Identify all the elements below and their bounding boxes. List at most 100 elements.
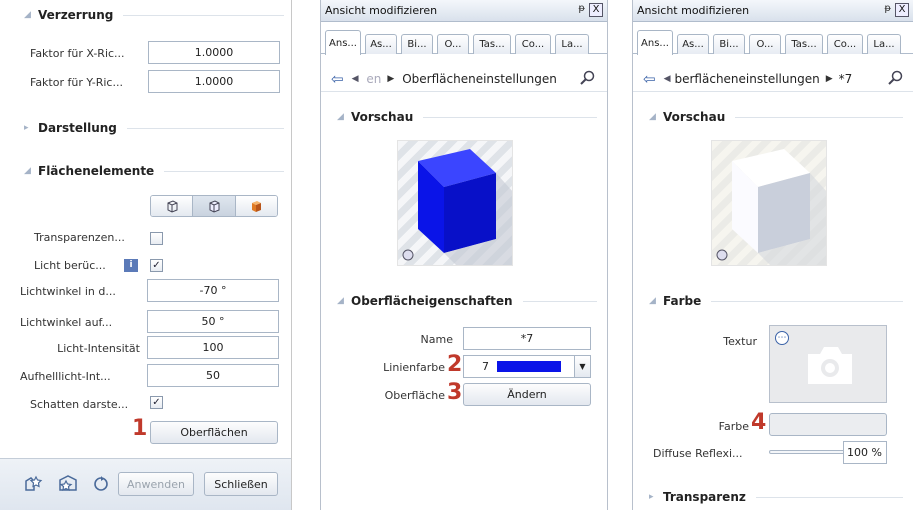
white-cube-preview [712, 141, 826, 265]
section-title: Flächenelemente [38, 164, 155, 178]
color-picker-button[interactable] [769, 413, 887, 436]
section-title: Oberflächeigenschaften [351, 294, 513, 308]
back-arrow-icon[interactable]: ⇦ [643, 70, 656, 88]
collapse-triangle-icon: ◢ [24, 10, 31, 20]
oberflaechen-button[interactable]: Oberflächen [150, 421, 278, 444]
y-factor-input[interactable]: 1.0000 [148, 70, 280, 93]
section-darstellung[interactable]: ▸ Darstellung [24, 121, 284, 135]
next-triangle-icon: ▶ [825, 73, 833, 84]
tab-o[interactable]: O... [437, 34, 469, 54]
section-vorschau[interactable]: ◢ Vorschau [337, 110, 597, 124]
tab-co[interactable]: Co... [515, 34, 551, 54]
step-marker-4: 4 [751, 410, 767, 435]
search-icon[interactable] [579, 70, 595, 89]
tab-o[interactable]: O... [749, 34, 781, 54]
dropdown-arrow-icon[interactable]: ▼ [574, 356, 590, 377]
tab-as[interactable]: As... [365, 34, 397, 54]
section-title: Vorschau [351, 110, 414, 124]
back-arrow-icon[interactable]: ⇦ [331, 70, 344, 88]
breadcrumb-next: *7 [838, 71, 853, 86]
section-transparenz[interactable]: ▸ Transparenz [649, 490, 903, 504]
close-button[interactable]: Schließen [204, 472, 278, 496]
info-icon[interactable]: i [124, 259, 138, 272]
close-icon[interactable]: X [895, 3, 909, 17]
name-label: Name [420, 333, 453, 346]
panel-titlebar: Ansicht modifizieren ᵽ X [633, 0, 913, 22]
tab-ansicht[interactable]: Ans... [325, 30, 361, 55]
tab-bi[interactable]: Bi... [401, 34, 433, 54]
light-angle-on-label: Lichtwinkel auf... [20, 316, 113, 329]
x-factor-input[interactable]: 1.0000 [148, 41, 280, 64]
favorites-save-icon[interactable] [58, 474, 78, 495]
color-number: 7 [482, 360, 489, 373]
collapse-triangle-icon: ◢ [649, 112, 656, 122]
section-title: Farbe [663, 294, 702, 308]
section-oberflaecheneigenschaften[interactable]: ◢ Oberflächeigenschaften [337, 294, 597, 308]
shaded-cube-icon[interactable] [235, 196, 277, 216]
section-vorschau[interactable]: ◢ Vorschau [649, 110, 903, 124]
wireframe-cube-icon[interactable] [151, 196, 194, 216]
linienfarbe-select[interactable]: 7 ▼ [463, 355, 591, 378]
light-angle-label: Lichtwinkel in d... [20, 285, 116, 298]
tab-strip: Ans... As... Bi... O... Tas... Co... La.… [633, 30, 913, 55]
light-angle-on-input[interactable]: 50 ° [147, 310, 279, 333]
section-flaechenelemente[interactable]: ◢ Flächenelemente [24, 164, 284, 178]
prev-triangle-icon[interactable]: ◀ [664, 74, 671, 84]
bottom-toolbar: Anwenden Schließen [0, 458, 291, 510]
tab-la[interactable]: La... [555, 34, 589, 54]
divider [522, 300, 597, 302]
section-farbe[interactable]: ◢ Farbe [649, 294, 903, 308]
breadcrumb-current[interactable]: berflächeneinstellungen [675, 72, 820, 86]
tab-bi[interactable]: Bi... [713, 34, 745, 54]
transparency-checkbox[interactable] [150, 232, 163, 245]
camera-icon [808, 347, 852, 384]
apply-button[interactable]: Anwenden [118, 472, 194, 496]
step-marker-1: 1 [132, 416, 148, 441]
name-input[interactable]: *7 [463, 327, 591, 350]
pin-icon[interactable]: ᵽ [884, 3, 891, 14]
diffuse-slider[interactable] [769, 450, 847, 454]
diffuse-input[interactable]: 100 % [843, 441, 887, 464]
fill-light-label: Aufhelllicht-Int... [20, 370, 111, 383]
shadow-label: Schatten darste... [30, 398, 129, 411]
aendern-button[interactable]: Ändern [463, 383, 591, 406]
texture-slot[interactable]: ⋯ [769, 325, 887, 403]
search-icon[interactable] [887, 70, 903, 89]
view-mode-group [150, 195, 278, 217]
collapse-triangle-icon: ◢ [337, 296, 344, 306]
close-icon[interactable]: X [589, 3, 603, 17]
linienfarbe-label: Linienfarbe [383, 361, 445, 374]
more-options-icon[interactable]: ⋯ [775, 331, 789, 345]
light-checkbox[interactable]: ✓ [150, 259, 163, 272]
fill-light-input[interactable]: 50 [147, 364, 279, 387]
breadcrumb-prev[interactable]: en [363, 72, 381, 86]
hidden-line-cube-icon[interactable] [193, 196, 236, 216]
step-marker-3: 3 [447, 380, 463, 405]
tab-co[interactable]: Co... [827, 34, 863, 54]
light-angle-input[interactable]: -70 ° [147, 279, 279, 302]
prev-triangle-icon[interactable]: ◀ [352, 74, 359, 84]
x-factor-label: Faktor für X-Ric... [30, 47, 125, 60]
tab-la[interactable]: La... [867, 34, 901, 54]
diffuse-label: Diffuse Reflexi... [653, 447, 743, 460]
tab-tas[interactable]: Tas... [785, 34, 823, 54]
light-intensity-label: Licht-Intensität [57, 342, 140, 355]
farbe-label: Farbe [718, 420, 749, 433]
divider [735, 116, 903, 118]
divider [164, 170, 284, 172]
tab-ansicht[interactable]: Ans... [637, 30, 673, 55]
shadow-checkbox[interactable]: ✓ [150, 396, 163, 409]
collapse-triangle-icon: ◢ [337, 112, 344, 122]
tab-as[interactable]: As... [677, 34, 709, 54]
light-intensity-input[interactable]: 100 [147, 336, 279, 359]
favorites-open-icon[interactable] [24, 474, 44, 495]
light-label: Licht berüc... [34, 259, 106, 272]
pin-icon[interactable]: ᵽ [578, 3, 585, 14]
tab-strip: Ans... As... Bi... O... Tas... Co... La.… [321, 30, 607, 55]
section-verzerrung[interactable]: ◢ Verzerrung [24, 8, 284, 22]
tab-tas[interactable]: Tas... [473, 34, 511, 54]
section-title: Darstellung [38, 121, 117, 135]
divider [755, 496, 903, 498]
reset-icon[interactable] [92, 474, 110, 495]
textur-label: Textur [723, 335, 757, 348]
